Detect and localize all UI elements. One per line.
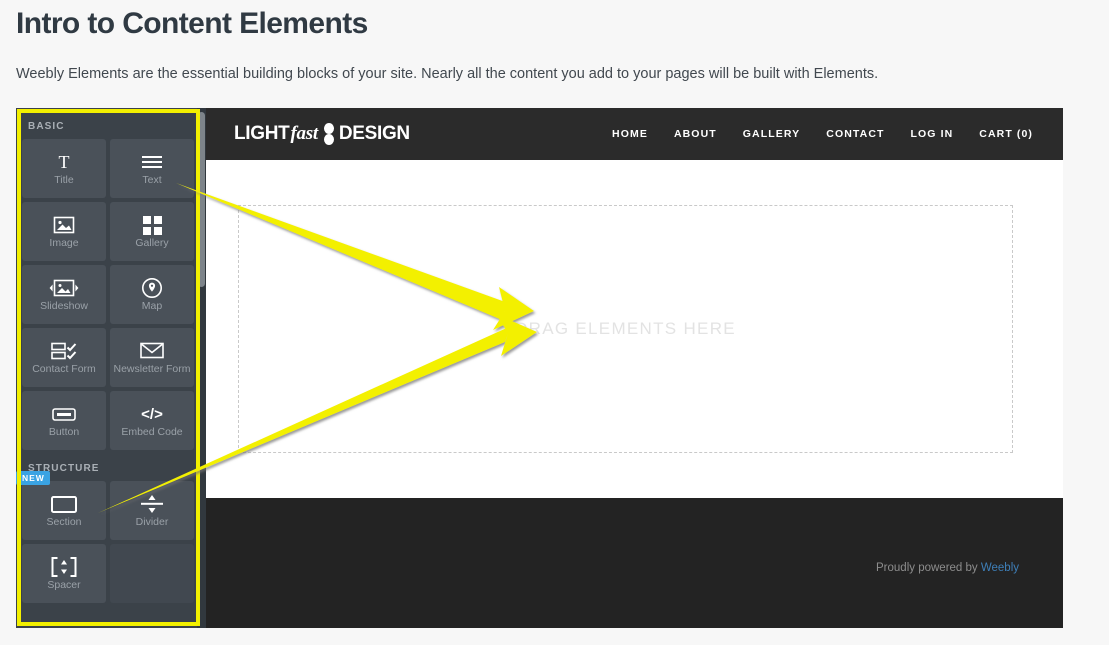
- embedded-screenshot: BASIC T Title Text Image Gallery Slidesh…: [16, 108, 1063, 628]
- tile-empty-slot: [110, 544, 194, 603]
- element-tile-label: Gallery: [135, 237, 169, 249]
- footer-credit-prefix: Proudly powered by: [876, 562, 981, 574]
- button-icon: [52, 403, 76, 425]
- element-tile-section[interactable]: NEW Section: [16, 471, 106, 540]
- site-logo[interactable]: LIGHT fast DESIGN: [234, 123, 410, 145]
- element-tile-label: Image: [49, 237, 79, 249]
- element-tile-label: Divider: [135, 516, 169, 528]
- structure-tile-grid: NEW Section Divider Spacer: [16, 471, 206, 603]
- sidebar-scrollbar[interactable]: [197, 108, 206, 628]
- element-tile-map[interactable]: Map: [110, 265, 194, 324]
- logo-text-design: DESIGN: [338, 123, 410, 144]
- element-tile-label: Section: [46, 516, 82, 528]
- element-tile-gallery[interactable]: Gallery: [110, 202, 194, 261]
- element-tile-label: Spacer: [47, 579, 81, 591]
- contact-form-icon: [51, 340, 77, 362]
- element-tile-divider[interactable]: Divider: [110, 481, 194, 540]
- page-subtitle: Weebly Elements are the essential buildi…: [16, 66, 879, 82]
- element-tile-spacer[interactable]: Spacer: [22, 544, 106, 603]
- element-tile-contact-form[interactable]: Contact Form: [22, 328, 106, 387]
- gallery-grid-icon: [142, 214, 162, 236]
- element-tile-image[interactable]: Image: [22, 202, 106, 261]
- element-tile-label: Title: [54, 174, 74, 186]
- site-footer: Proudly powered by Weebly: [206, 498, 1063, 628]
- svg-text:T: T: [59, 152, 70, 172]
- site-preview: LIGHT fast DESIGN HOME ABOUT GALLERY CONTA…: [206, 108, 1063, 628]
- elements-sidebar: BASIC T Title Text Image Gallery Slidesh…: [16, 108, 206, 628]
- section-rect-icon: [51, 493, 77, 515]
- element-tile-embed-code[interactable]: </> Embed Code: [110, 391, 194, 450]
- basic-tile-grid: T Title Text Image Gallery Slideshow Map…: [16, 139, 206, 450]
- element-tile-label: Slideshow: [40, 300, 88, 312]
- title-icon: T: [54, 151, 74, 173]
- site-nav: HOME ABOUT GALLERY CONTACT LOG IN CART (…: [612, 128, 1033, 140]
- weebly-link[interactable]: Weebly: [981, 562, 1019, 574]
- nav-link-about[interactable]: ABOUT: [674, 128, 717, 140]
- nav-link-cart[interactable]: CART (0): [979, 128, 1033, 140]
- footer-credit: Proudly powered by Weebly: [876, 562, 1019, 574]
- element-tile-label: Button: [48, 426, 80, 438]
- envelope-icon: [140, 340, 164, 362]
- element-tile-slideshow[interactable]: Slideshow: [22, 265, 106, 324]
- element-tile-label: Text: [142, 174, 162, 186]
- map-pin-icon: [141, 277, 163, 299]
- spacer-icon: [51, 556, 77, 578]
- divider-icon: [140, 493, 164, 515]
- page-title: Intro to Content Elements: [16, 7, 368, 40]
- dropzone-label: DRAG ELEMENTS HERE: [515, 319, 736, 338]
- site-header: LIGHT fast DESIGN HOME ABOUT GALLERY CONTA…: [206, 108, 1063, 160]
- element-tile-button[interactable]: Button: [22, 391, 106, 450]
- svg-text:</>: </>: [141, 406, 163, 423]
- image-icon: [53, 214, 75, 236]
- logo-text-fast: fast: [290, 123, 319, 144]
- sidebar-scrollbar-thumb[interactable]: [198, 112, 205, 287]
- element-tile-label: Contact Form: [32, 363, 96, 375]
- embed-code-icon: </>: [139, 403, 165, 425]
- nav-link-home[interactable]: HOME: [612, 128, 648, 140]
- logo-bulb-icon: [323, 123, 335, 145]
- element-tile-title[interactable]: T Title: [22, 139, 106, 198]
- element-tile-label: Newsletter Form: [113, 362, 191, 375]
- text-lines-icon: [141, 151, 163, 173]
- site-body: DRAG ELEMENTS HERE: [206, 160, 1063, 498]
- nav-link-log-in[interactable]: LOG IN: [911, 128, 954, 140]
- element-dropzone[interactable]: DRAG ELEMENTS HERE: [238, 205, 1013, 453]
- logo-text-light: LIGHT: [234, 123, 290, 144]
- element-tile-label: Map: [141, 300, 163, 312]
- new-badge: NEW: [16, 471, 50, 485]
- group-label-basic: BASIC: [28, 121, 65, 132]
- slideshow-icon: [49, 277, 79, 299]
- element-tile-text[interactable]: Text: [110, 139, 194, 198]
- article-header: Intro to Content Elements Weebly Element…: [0, 0, 1109, 84]
- nav-link-gallery[interactable]: GALLERY: [743, 128, 800, 140]
- element-tile-label: Embed Code: [121, 426, 183, 438]
- nav-link-contact[interactable]: CONTACT: [826, 128, 884, 140]
- element-tile-newsletter-form[interactable]: Newsletter Form: [110, 328, 194, 387]
